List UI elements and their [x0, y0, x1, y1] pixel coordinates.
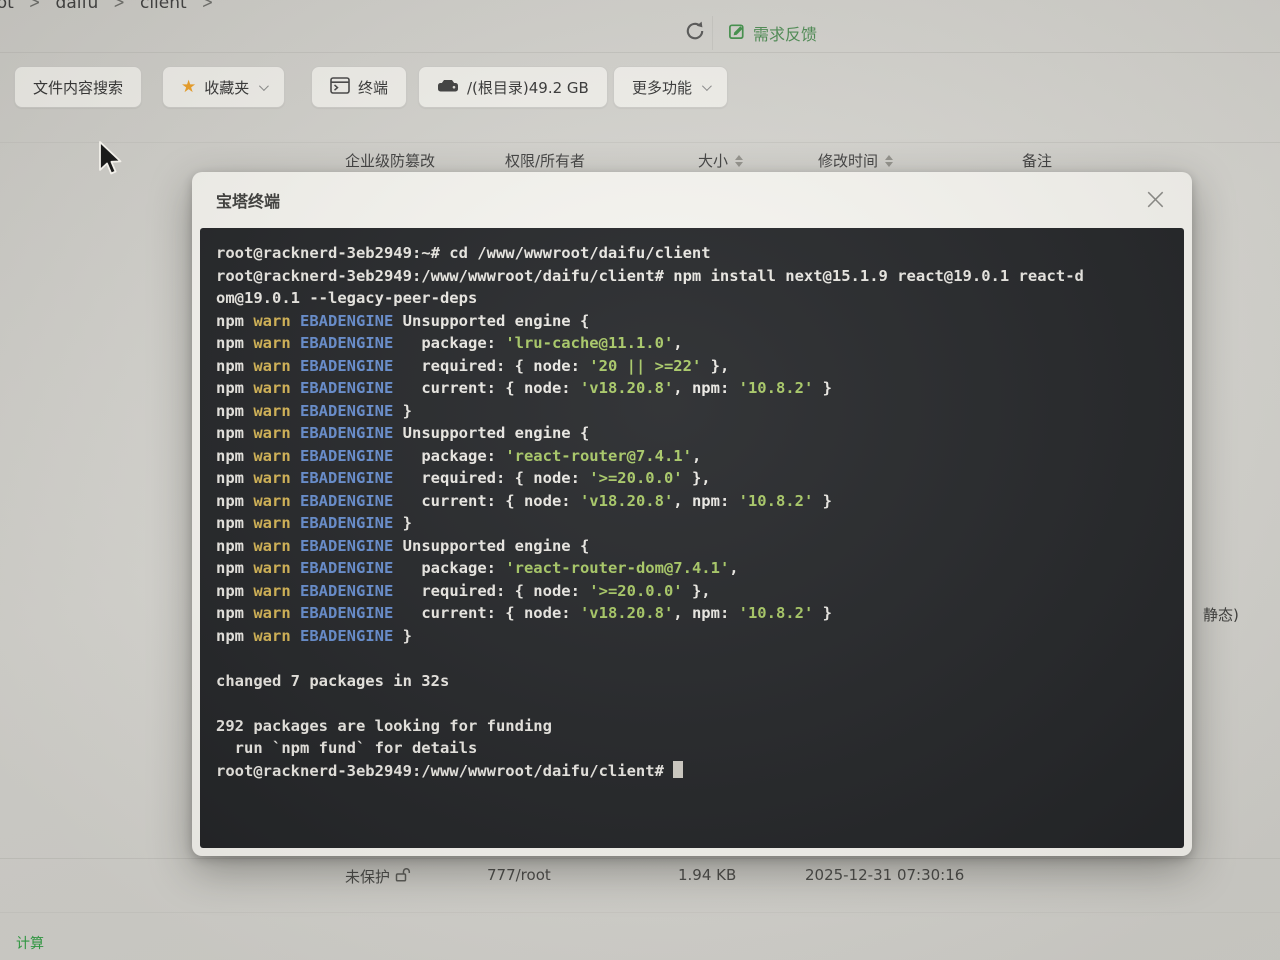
refresh-icon [684, 20, 706, 46]
file-row-size: 1.94 KB [678, 866, 736, 884]
column-header-label: 修改时间 [818, 150, 878, 171]
chevron-down-icon [259, 81, 269, 91]
refresh-button[interactable] [682, 20, 708, 46]
column-header-modified-time[interactable]: 修改时间 [818, 150, 893, 171]
sort-icon[interactable] [885, 155, 893, 167]
root-disk-label: /(根目录)49.2 GB [467, 77, 589, 98]
column-header-note: 备注 [1022, 150, 1052, 171]
file-row-permission: 777/root [487, 866, 551, 884]
breadcrumb: wwwroot > daifu > client > [0, 0, 213, 13]
terminal-modal-header: 宝塔终端 × [192, 172, 1192, 228]
root-disk-button[interactable]: /(根目录)49.2 GB [418, 66, 608, 108]
favorites-label: 收藏夹 [204, 77, 249, 98]
feedback-label: 需求反馈 [753, 21, 817, 45]
disk-icon [437, 78, 459, 97]
more-functions-label: 更多功能 [632, 77, 692, 98]
file-row-mtime: 2025-12-31 07:30:16 [805, 866, 964, 884]
column-header-tamper-proof[interactable]: 企业级防篡改 [345, 150, 435, 171]
terminal-modal-title: 宝塔终端 [216, 188, 280, 212]
breadcrumb-item-client[interactable]: client [140, 0, 187, 13]
terminal-button-label: 终端 [358, 77, 388, 98]
row-divider [0, 912, 1280, 913]
column-header-label: 备注 [1022, 150, 1052, 171]
chevron-down-icon [702, 81, 712, 91]
topbar-divider [712, 16, 713, 50]
column-header-permissions[interactable]: 权限/所有者 [505, 150, 585, 171]
column-header-label: 企业级防篡改 [345, 150, 435, 171]
more-functions-button[interactable]: 更多功能 [613, 66, 728, 108]
breadcrumb-item-daifu[interactable]: daifu [56, 0, 99, 13]
file-row-note-partial: 静态) [1203, 604, 1239, 625]
breadcrumb-separator: > [202, 0, 214, 13]
permission-value: 777/root [487, 866, 551, 884]
breadcrumb-item-root[interactable]: wwwroot [0, 0, 14, 13]
terminal-icon [330, 77, 350, 98]
file-manager-page: wwwroot > daifu > client > 需求反馈 文件内容搜索 ★ [0, 0, 1280, 960]
terminal-button[interactable]: 终端 [311, 66, 407, 108]
top-divider [0, 52, 1280, 53]
protection-label: 未保护 [345, 866, 390, 887]
size-value: 1.94 KB [678, 866, 736, 884]
feedback-icon [728, 22, 747, 45]
content-search-button[interactable]: 文件内容搜索 [14, 66, 142, 108]
content-search-label: 文件内容搜索 [33, 77, 123, 98]
terminal-modal: 宝塔终端 × root@racknerd-3eb2949:~# cd /www/… [192, 172, 1192, 856]
toolbar-divider [0, 142, 1280, 143]
unlock-icon [395, 867, 411, 887]
close-icon[interactable]: × [1143, 185, 1168, 215]
breadcrumb-separator: > [29, 0, 41, 13]
column-header-label: 大小 [698, 150, 728, 171]
file-row-protection-status[interactable]: 未保护 [345, 866, 411, 887]
breadcrumb-separator: > [113, 0, 125, 13]
row-divider [0, 858, 1280, 859]
feedback-button[interactable]: 需求反馈 [728, 21, 817, 45]
star-icon: ★ [181, 79, 196, 96]
column-header-label: 权限/所有者 [505, 150, 585, 171]
sort-icon[interactable] [735, 155, 743, 167]
favorites-button[interactable]: ★ 收藏夹 [162, 66, 285, 108]
mouse-cursor [96, 140, 126, 184]
compute-link[interactable]: 计算 [16, 933, 44, 953]
terminal-output[interactable]: root@racknerd-3eb2949:~# cd /www/wwwroot… [200, 228, 1184, 848]
mtime-value: 2025-12-31 07:30:16 [805, 866, 964, 884]
column-header-size[interactable]: 大小 [698, 150, 743, 171]
